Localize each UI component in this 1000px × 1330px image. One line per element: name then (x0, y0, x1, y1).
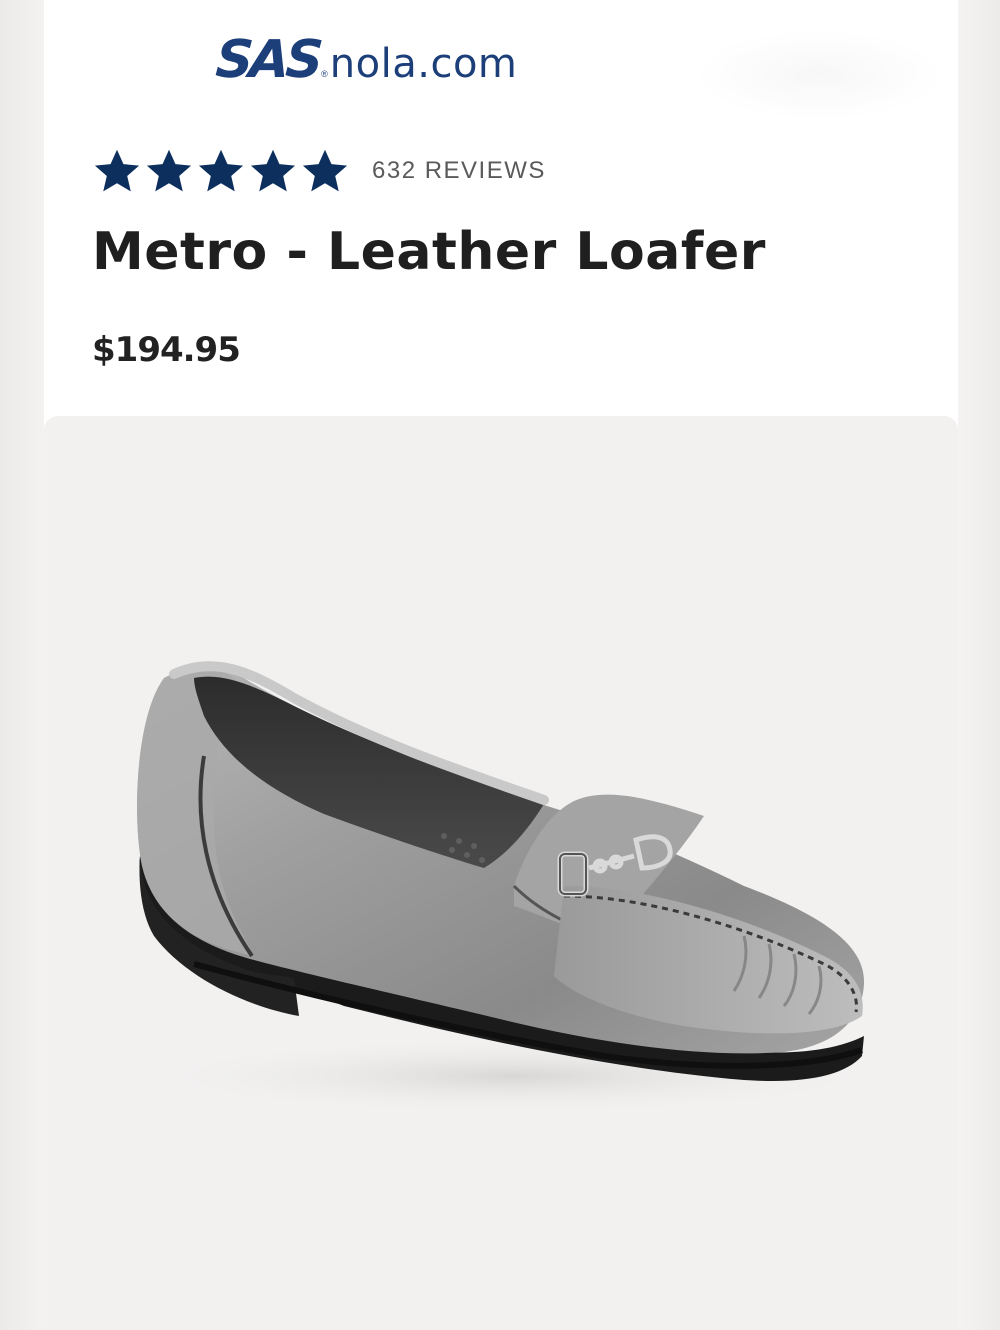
site-logo[interactable]: SAS ® nola.com (213, 30, 518, 100)
review-count-link[interactable]: 632 REVIEWS (372, 157, 546, 185)
star-icon (94, 149, 140, 192)
left-gutter (0, 0, 44, 1330)
logo-mark: SAS (213, 30, 322, 90)
header-blurred-area (694, 30, 944, 120)
rating-stars (92, 146, 350, 196)
loafer-shoe-image (134, 661, 894, 1116)
right-gutter (958, 0, 1000, 1330)
logo-domain: nola.com (329, 41, 518, 87)
star-icon (250, 149, 296, 192)
star-icon (146, 149, 192, 192)
product-rating: 632 REVIEWS (92, 146, 546, 196)
product-price: $194.95 (92, 330, 241, 370)
star-icon (302, 149, 348, 192)
product-title: Metro - Leather Loafer (92, 222, 766, 282)
registered-mark: ® (321, 69, 328, 79)
product-image[interactable] (44, 416, 958, 1330)
star-icon (198, 149, 244, 192)
